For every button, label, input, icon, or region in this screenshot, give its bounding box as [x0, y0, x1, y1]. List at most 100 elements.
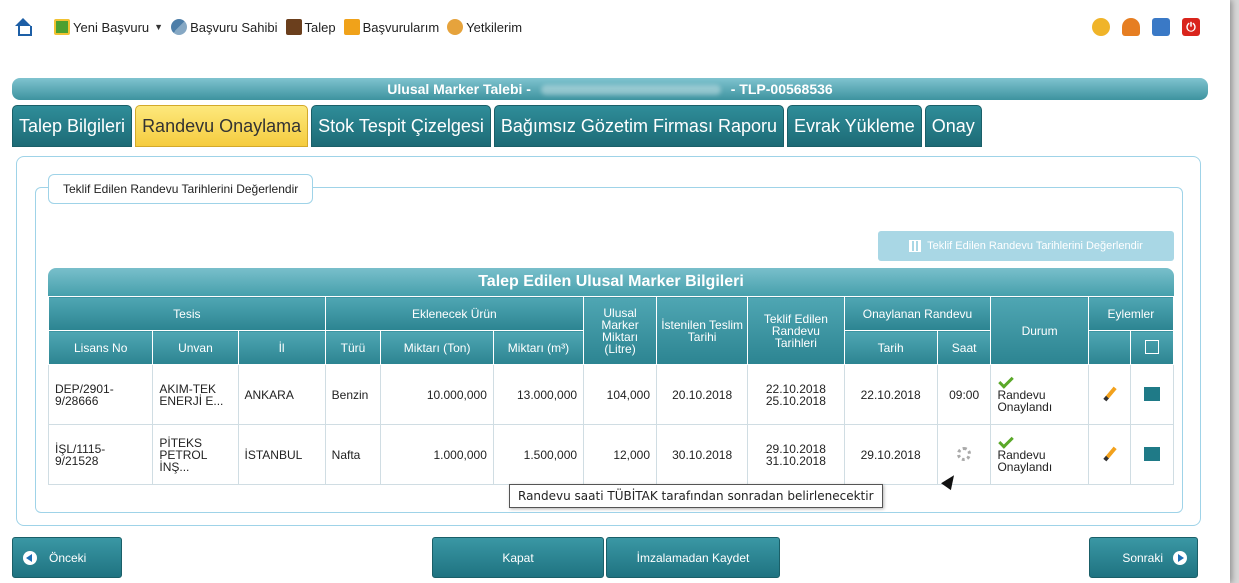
header-select	[1130, 330, 1174, 365]
cell-teklif-date-2: 25.10.2018	[765, 393, 826, 408]
main-menu: Yeni Başvuru ▼ Başvuru Sahibi Talep Başv…	[14, 18, 530, 36]
calendar-grid-icon	[909, 240, 922, 252]
arrow-left-icon	[23, 550, 37, 565]
page-title-suffix: - TLP-00568536	[730, 81, 833, 97]
menu-request-label: Talep	[304, 19, 336, 35]
cell-ton: 10.000,000	[380, 364, 494, 425]
tab-evrak-yukleme[interactable]: Evrak Yükleme	[786, 105, 922, 147]
cell-marker: 104,000	[583, 364, 658, 425]
header-onaylanan: Onaylanan Randevu	[843, 296, 992, 331]
tab-randevu-onaylama[interactable]: Randevu Onaylama	[135, 105, 309, 147]
save-unsigned-button-label: İmzalamadan Kaydet	[636, 550, 750, 565]
cell-edit	[1087, 364, 1132, 425]
cell-marker: 12,000	[583, 424, 658, 485]
close-button[interactable]: Kapat	[432, 537, 604, 578]
header-m3: Miktarı (m³)	[492, 330, 585, 365]
header-marker: Ulusal Marker Miktarı (Litre)	[583, 296, 658, 365]
menu-request[interactable]: Talep	[285, 19, 336, 35]
save-unsigned-button[interactable]: İmzalamadan Kaydet	[606, 537, 780, 578]
cell-unvan: PİTEKS PETROL İNŞ...	[152, 424, 239, 485]
arrow-right-icon	[1173, 550, 1187, 565]
cell-m3: 1.500,000	[492, 424, 585, 485]
check-icon	[998, 432, 1015, 449]
home-icon[interactable]	[14, 18, 32, 36]
page: Yeni Başvuru ▼ Başvuru Sahibi Talep Başv…	[0, 0, 1230, 583]
cell-lisans: İŞL/1115-9/21528	[47, 424, 154, 485]
tooltip: Randevu saati TÜBİTAK tarafından sonrada…	[509, 484, 883, 508]
header-saat: Saat	[936, 330, 992, 365]
row-select-checkbox[interactable]	[1144, 446, 1161, 461]
header-edit	[1087, 330, 1132, 365]
cell-unvan: AKIM-TEK ENERJİ E...	[152, 364, 239, 425]
status-text: Randevu Onaylandı	[997, 447, 1053, 474]
next-button-label: Sonraki	[1122, 550, 1163, 565]
new-application-icon	[54, 19, 70, 35]
cell-turu: Benzin	[324, 364, 382, 425]
header-tesis: Tesis	[48, 296, 326, 331]
previous-button[interactable]: Önceki	[12, 537, 122, 578]
cell-turu: Nafta	[324, 424, 382, 485]
fieldset-legend: Teklif Edilen Randevu Tarihlerini Değerl…	[48, 174, 314, 204]
menu-applicant-label: Başvuru Sahibi	[190, 19, 278, 35]
select-all-checkbox[interactable]	[1145, 339, 1160, 354]
redacted-name	[540, 85, 721, 96]
content-panel: Teklif Edilen Randevu Tarihlerini Değerl…	[16, 156, 1201, 526]
header-durum: Durum	[990, 296, 1089, 365]
cell-select	[1130, 424, 1174, 485]
tab-onay[interactable]: Onay	[924, 105, 982, 147]
cell-il: ANKARA	[237, 364, 326, 425]
next-button[interactable]: Sonraki	[1089, 537, 1198, 578]
marker-table-wrapper: Talep Edilen Ulusal Marker Bilgileri Tes…	[47, 268, 1175, 485]
close-button-label: Kapat	[502, 550, 534, 565]
header-lisans: Lisans No	[47, 330, 154, 365]
menu-new-application-label: Yeni Başvuru	[73, 19, 150, 35]
pencil-icon[interactable]	[1102, 386, 1117, 401]
cell-teklif: 22.10.2018 25.10.2018	[747, 364, 845, 425]
exit-icon[interactable]	[1152, 18, 1170, 36]
loading-spinner-icon	[957, 446, 972, 461]
cell-saat: 09:00	[936, 364, 992, 425]
tab-bar: Talep Bilgileri Randevu Onaylama Stok Te…	[12, 105, 982, 147]
cell-m3: 13.000,000	[492, 364, 585, 425]
menu-authorizations[interactable]: Yetkilerim	[447, 19, 522, 35]
folder-icon	[343, 19, 360, 35]
table-title: Talep Edilen Ulusal Marker Bilgileri	[48, 268, 1174, 296]
status-text: Randevu Onaylandı	[997, 387, 1053, 414]
pencil-icon[interactable]	[1102, 446, 1117, 461]
cell-teklif-date-1: 29.10.2018	[765, 441, 826, 456]
evaluate-dates-label: Teklif Edilen Randevu Tarihlerini Değerl…	[927, 240, 1143, 252]
cell-teslim: 30.10.2018	[656, 424, 749, 485]
cell-teklif-date-2: 31.10.2018	[765, 453, 826, 468]
header-eylemler: Eylemler	[1087, 296, 1175, 331]
menu-my-applications[interactable]: Başvurularım	[343, 19, 440, 35]
tab-talep-bilgileri[interactable]: Talep Bilgileri	[12, 105, 133, 147]
marker-table: Tesis Eklenecek Ürün Ulusal Marker Mikta…	[47, 296, 1175, 485]
page-title: Ulusal Marker Talebi - - TLP-00568536	[12, 78, 1208, 100]
previous-button-label: Önceki	[49, 550, 87, 565]
menu-authorizations-label: Yetkilerim	[466, 19, 523, 35]
chat-icon[interactable]	[1092, 18, 1110, 36]
header-urun: Eklenecek Ürün	[324, 296, 585, 331]
header-tarih: Tarih	[843, 330, 938, 365]
menu-my-applications-label: Başvurularım	[362, 19, 440, 35]
menu-applicant[interactable]: Başvuru Sahibi	[171, 19, 278, 35]
header-ton: Miktarı (Ton)	[380, 330, 494, 365]
cell-durum: Randevu Onaylandı	[990, 424, 1089, 485]
power-icon[interactable]: ⏻	[1182, 18, 1200, 36]
top-menu-bar: Yeni Başvuru ▼ Başvuru Sahibi Talep Başv…	[0, 0, 1230, 58]
applicant-icon	[171, 19, 188, 35]
evaluate-dates-button[interactable]: Teklif Edilen Randevu Tarihlerini Değerl…	[878, 231, 1174, 261]
cell-durum: Randevu Onaylandı	[990, 364, 1089, 425]
row-select-checkbox[interactable]	[1144, 386, 1161, 401]
cell-teslim: 20.10.2018	[656, 364, 749, 425]
request-icon	[285, 19, 302, 35]
menu-new-application[interactable]: Yeni Başvuru ▼	[54, 19, 163, 35]
user-profile-icon[interactable]	[1122, 18, 1140, 36]
users-icon	[447, 19, 464, 35]
tab-gozetim-raporu[interactable]: Bağımsız Gözetim Firması Raporu	[493, 105, 784, 147]
evaluation-fieldset: Teklif Edilen Randevu Tarihlerini Değerl…	[35, 174, 1183, 513]
cell-select	[1130, 364, 1174, 425]
header-unvan: Unvan	[152, 330, 239, 365]
tab-stok-tespit[interactable]: Stok Tespit Çizelgesi	[311, 105, 491, 147]
cell-teklif-date-1: 22.10.2018	[765, 381, 826, 396]
